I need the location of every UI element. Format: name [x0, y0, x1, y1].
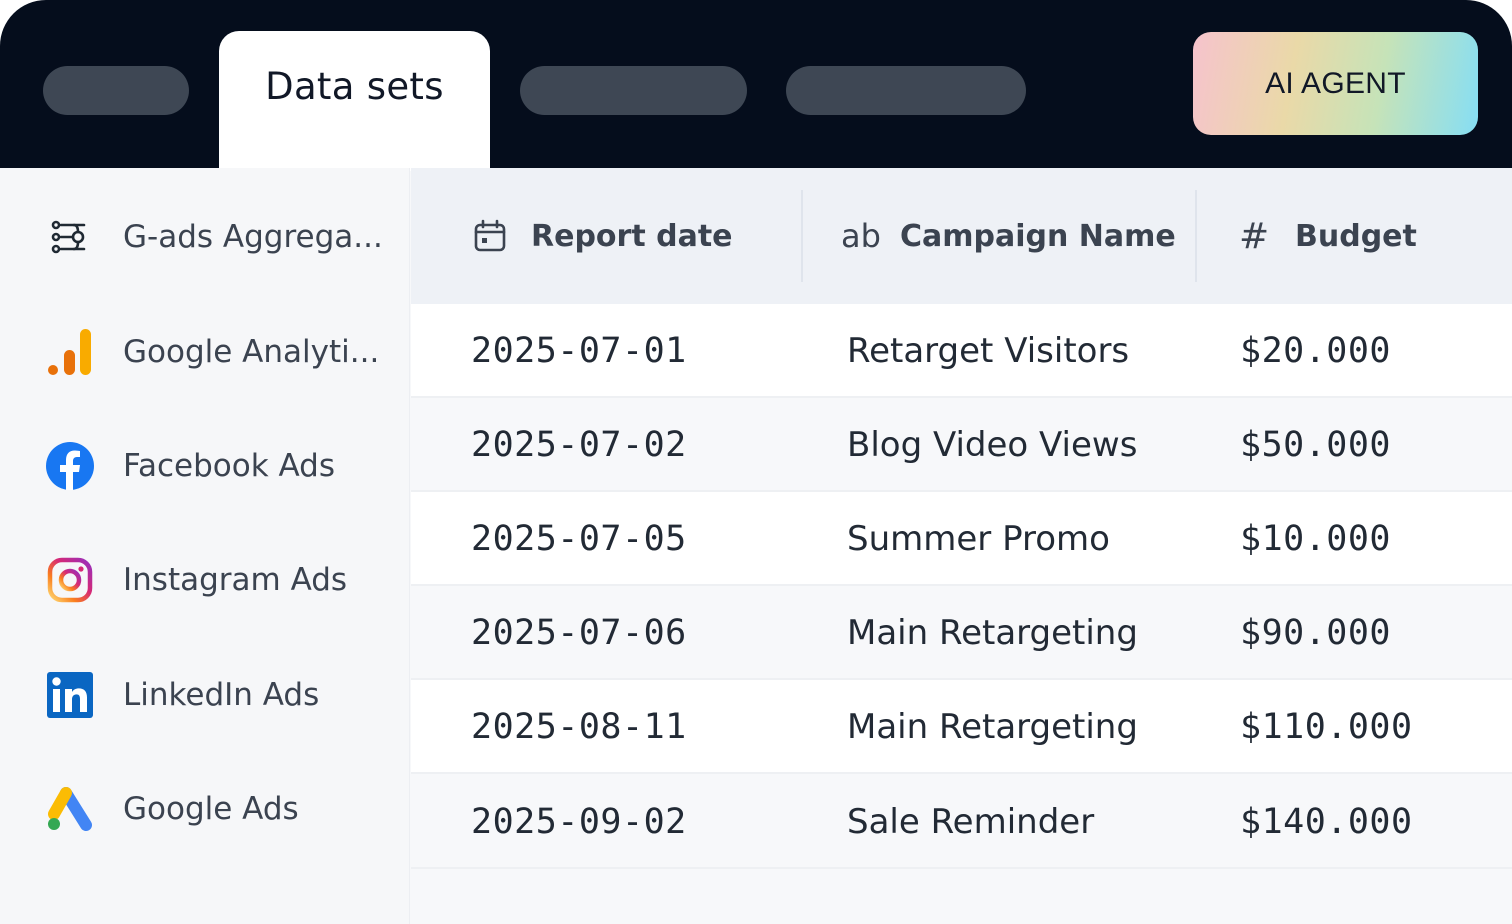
- tab-label: Data sets: [265, 65, 444, 108]
- table-row[interactable]: 2025-07-06 Main Retargeting $90.000: [411, 586, 1512, 680]
- table-row[interactable]: 2025-09-02 Sale Reminder $140.000: [411, 775, 1512, 869]
- sidebar-item-facebook-ads[interactable]: Facebook Ads: [0, 426, 410, 506]
- sidebar-item-label: LinkedIn Ads: [123, 677, 320, 713]
- cell-budget: $110.000: [1240, 707, 1413, 747]
- cell-budget: $90.000: [1240, 613, 1392, 653]
- sidebar-item-linkedin-ads[interactable]: LinkedIn Ads: [0, 655, 410, 735]
- cell-report-date: 2025-07-06: [471, 613, 687, 653]
- ai-agent-label: AI AGENT: [1265, 66, 1406, 100]
- cell-campaign-name: Blog Video Views: [847, 425, 1138, 465]
- cell-campaign-name: Retarget Visitors: [847, 331, 1130, 371]
- ai-agent-button[interactable]: AI AGENT: [1193, 32, 1478, 135]
- calendar-icon: [473, 219, 507, 253]
- instagram-icon: [46, 556, 94, 604]
- table-row[interactable]: 2025-07-02 Blog Video Views $50.000: [411, 398, 1512, 492]
- google-ads-icon: [46, 785, 94, 833]
- cell-campaign-name: Sale Reminder: [847, 802, 1095, 842]
- cell-report-date: 2025-07-01: [471, 331, 687, 371]
- table-header: Report date ab Campaign Name # Budget: [411, 168, 1512, 304]
- sidebar: G-ads Aggrega... Google Analyti... Faceb…: [0, 168, 410, 924]
- cell-budget: $50.000: [1240, 425, 1392, 465]
- cell-campaign-name: Summer Promo: [847, 519, 1110, 559]
- sidebar-item-label: Google Analyti...: [123, 334, 380, 370]
- sidebar-item-label: Google Ads: [123, 791, 299, 827]
- top-bar: Data sets AI AGENT: [0, 0, 1512, 171]
- cell-report-date: 2025-09-02: [471, 802, 687, 842]
- sidebar-item-label: G-ads Aggrega...: [123, 219, 383, 255]
- table-row[interactable]: 2025-07-05 Summer Promo $10.000: [411, 492, 1512, 586]
- tab-placeholder-3[interactable]: [786, 66, 1026, 115]
- text-type-icon: ab: [841, 217, 881, 255]
- cell-report-date: 2025-08-11: [471, 707, 687, 747]
- column-header-label: Report date: [531, 218, 733, 254]
- cell-budget: $140.000: [1240, 802, 1413, 842]
- facebook-icon: [46, 442, 94, 490]
- sidebar-item-label: Facebook Ads: [123, 448, 336, 484]
- sidebar-item-instagram-ads[interactable]: Instagram Ads: [0, 540, 410, 620]
- cell-campaign-name: Main Retargeting: [847, 613, 1138, 653]
- column-header-campaign-name[interactable]: ab Campaign Name: [803, 168, 1197, 304]
- data-table: Report date ab Campaign Name # Budget 20…: [411, 168, 1512, 924]
- cell-report-date: 2025-07-05: [471, 519, 687, 559]
- cell-campaign-name: Main Retargeting: [847, 707, 1138, 747]
- column-header-budget[interactable]: # Budget: [1197, 168, 1512, 304]
- sidebar-item-label: Instagram Ads: [123, 562, 348, 598]
- linkedin-icon: [46, 671, 94, 719]
- number-type-icon: #: [1239, 215, 1270, 257]
- sidebar-item-g-ads-aggregation[interactable]: G-ads Aggrega...: [0, 197, 410, 277]
- column-header-label: Budget: [1295, 218, 1417, 254]
- app-window: Data sets AI AGENT G-ads Aggrega... Goog…: [0, 0, 1512, 924]
- sidebar-item-google-ads[interactable]: Google Ads: [0, 769, 410, 849]
- tab-data-sets[interactable]: Data sets: [219, 31, 490, 171]
- google-analytics-icon: [46, 328, 94, 376]
- tab-placeholder-1[interactable]: [43, 66, 189, 115]
- tab-placeholder-2[interactable]: [520, 66, 747, 115]
- aggregation-icon: [46, 213, 94, 261]
- column-header-report-date[interactable]: Report date: [411, 168, 802, 304]
- table-row[interactable]: 2025-08-11 Main Retargeting $110.000: [411, 680, 1512, 774]
- cell-budget: $10.000: [1240, 519, 1392, 559]
- sidebar-item-google-analytics[interactable]: Google Analyti...: [0, 312, 410, 392]
- column-header-label: Campaign Name: [900, 218, 1176, 254]
- table-row[interactable]: 2025-07-01 Retarget Visitors $20.000: [411, 304, 1512, 398]
- cell-budget: $20.000: [1240, 331, 1392, 371]
- cell-report-date: 2025-07-02: [471, 425, 687, 465]
